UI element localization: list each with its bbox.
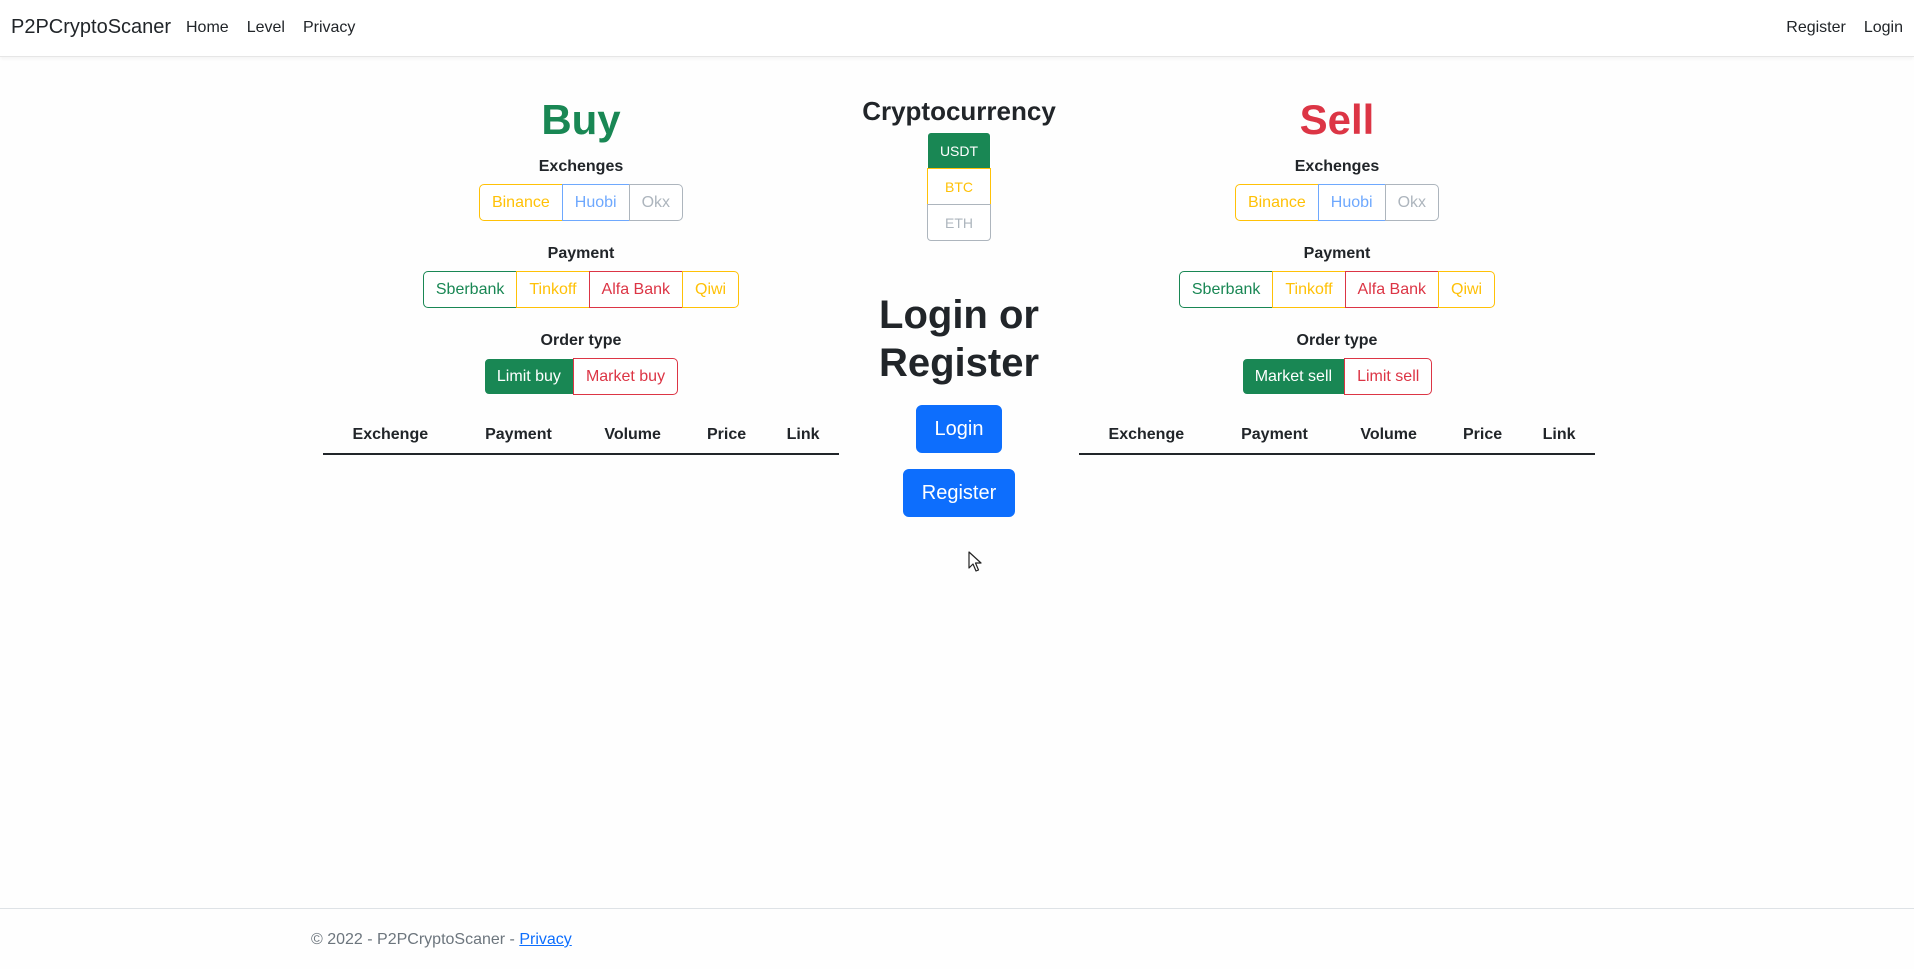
buy-exchange-huobi[interactable]: Huobi [561,184,630,221]
sell-order-market-sell[interactable]: Market sell [1241,358,1346,395]
buy-col-price: Price [686,417,768,455]
buy-order-type-group: Limit buy Market buy [483,358,679,395]
buy-payment-tinkoff[interactable]: Tinkoff [516,271,590,308]
footer-copyright: © 2022 - P2PCryptoScaner - [311,931,520,948]
sell-payment-alfa-bank[interactable]: Alfa Bank [1344,271,1439,308]
sell-col-volume: Volume [1335,417,1443,455]
login-button[interactable]: Login [915,405,1003,453]
sell-payment-group: Sberbank Tinkoff Alfa Bank Qiwi [1178,271,1496,308]
buy-title: Buy [541,96,621,143]
crypto-eth-button[interactable]: ETH [927,204,991,241]
buy-payment-sberbank[interactable]: Sberbank [422,271,518,308]
footer-privacy-link[interactable]: Privacy [519,931,571,948]
cryptocurrency-title: Cryptocurrency [862,96,1056,126]
nav-level-link[interactable]: Level [247,19,285,37]
sell-exchanges-group: Binance Huobi Okx [1234,184,1440,221]
sell-title: Sell [1299,96,1375,143]
sell-exchange-huobi[interactable]: Huobi [1317,184,1386,221]
sell-panel: Sell Exchenges Binance Huobi Okx Payment… [1079,56,1595,455]
login-or-register-heading: Login or Register [878,293,1040,385]
footer-text: © 2022 - P2PCryptoScaner - Privacy [311,931,572,949]
buy-exchanges-group: Binance Huobi Okx [478,184,684,221]
sell-col-price: Price [1442,417,1524,455]
buy-col-payment: Payment [457,417,580,455]
center-panel: Cryptocurrency USDT BTC ETH Login or Reg… [860,56,1058,517]
register-button[interactable]: Register [902,469,1016,517]
crypto-btc-button[interactable]: BTC [927,168,991,205]
sell-exchange-binance[interactable]: Binance [1234,184,1319,221]
buy-order-type-label: Order type [540,332,622,349]
buy-table: Exchenge Payment Volume Price Link [323,417,839,455]
sell-payment-label: Payment [1303,245,1371,262]
sell-table: Exchenge Payment Volume Price Link [1079,417,1595,455]
sell-payment-qiwi[interactable]: Qiwi [1438,271,1496,308]
crypto-usdt-button[interactable]: USDT [927,132,991,169]
crypto-select-group: USDT BTC ETH [927,132,991,241]
sell-col-exchenge: Exchenge [1079,417,1214,455]
buy-order-market-buy[interactable]: Market buy [572,358,679,395]
buy-col-exchenge: Exchenge [323,417,458,455]
buy-table-header-row: Exchenge Payment Volume Price Link [323,417,839,455]
sell-order-limit-sell[interactable]: Limit sell [1344,358,1433,395]
buy-payment-qiwi[interactable]: Qiwi [682,271,740,308]
sell-col-payment: Payment [1213,417,1336,455]
footer: © 2022 - P2PCryptoScaner - Privacy [0,908,1914,969]
buy-exchanges-label: Exchenges [538,158,624,175]
mouse-cursor-icon [968,551,982,572]
sell-payment-tinkoff[interactable]: Tinkoff [1272,271,1346,308]
sell-order-type-group: Market sell Limit sell [1241,358,1433,395]
buy-payment-alfa-bank[interactable]: Alfa Bank [588,271,683,308]
nav-register-link[interactable]: Register [1786,19,1846,37]
sell-exchanges-label: Exchenges [1294,158,1380,175]
buy-col-volume: Volume [579,417,687,455]
sell-exchange-okx[interactable]: Okx [1384,184,1440,221]
navbar: P2PCryptoScaner Home Level Privacy Regis… [0,0,1914,57]
sell-payment-sberbank[interactable]: Sberbank [1178,271,1274,308]
buy-order-limit-buy[interactable]: Limit buy [483,358,574,395]
buy-col-link: Link [767,417,839,455]
buy-payment-label: Payment [547,245,615,262]
buy-exchange-binance[interactable]: Binance [478,184,563,221]
sell-col-link: Link [1523,417,1595,455]
nav-privacy-link[interactable]: Privacy [303,19,355,37]
buy-exchange-okx[interactable]: Okx [628,184,684,221]
buy-panel: Buy Exchenges Binance Huobi Okx Payment … [323,56,839,455]
nav-left: Home Level Privacy [186,19,355,37]
buy-payment-group: Sberbank Tinkoff Alfa Bank Qiwi [422,271,740,308]
nav-login-link[interactable]: Login [1864,19,1903,37]
sell-table-header-row: Exchenge Payment Volume Price Link [1079,417,1595,455]
nav-right: Register Login [1786,19,1903,37]
sell-order-type-label: Order type [1296,332,1378,349]
brand-link[interactable]: P2PCryptoScaner [11,16,171,39]
nav-home-link[interactable]: Home [186,19,229,37]
